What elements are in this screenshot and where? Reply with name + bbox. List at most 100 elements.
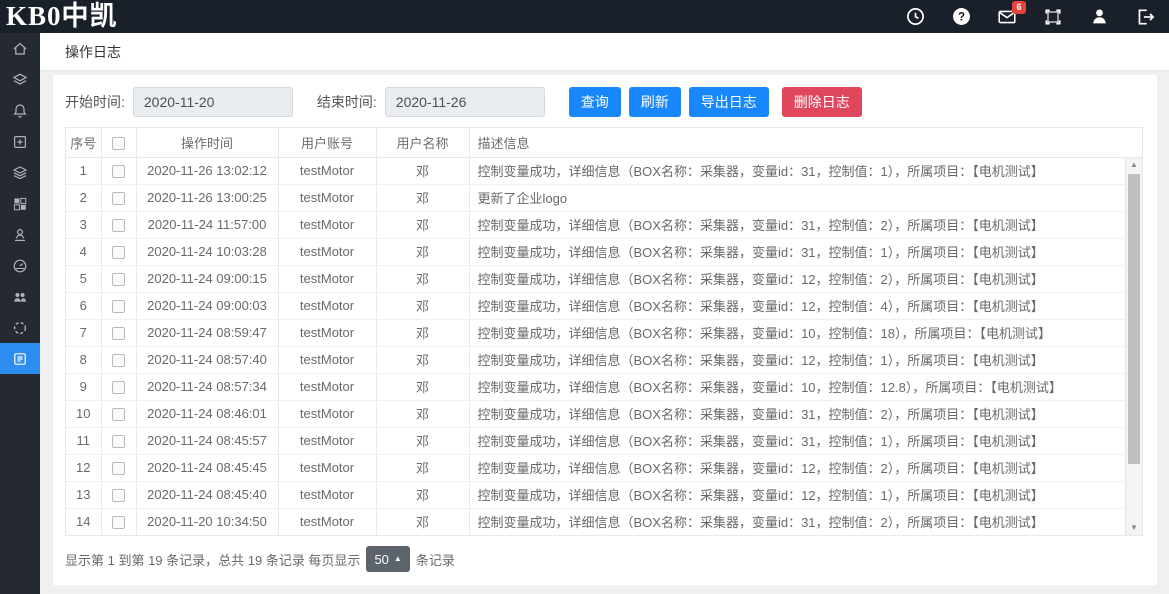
cell-desc: 控制变量成功，详细信息（BOX名称：采集器，变量id：12，控制值：2），所属项… <box>469 265 1142 292</box>
cell-checkbox <box>101 265 136 292</box>
sidebar-item-home[interactable] <box>0 33 40 64</box>
cell-checkbox <box>101 292 136 319</box>
cell-no: 13 <box>66 481 101 508</box>
sidebar-item-sync[interactable] <box>0 312 40 343</box>
start-time-input[interactable] <box>133 87 293 117</box>
query-button[interactable]: 查询 <box>569 87 621 117</box>
cell-desc: 控制变量成功，详细信息（BOX名称：采集器，变量id：12，控制值：2），所属项… <box>469 454 1142 481</box>
cell-time: 2020-11-24 11:57:00 <box>136 211 278 238</box>
row-checkbox[interactable] <box>112 408 125 421</box>
cell-desc: 控制变量成功，详细信息（BOX名称：采集器，变量id：12，控制值：4），所属项… <box>469 292 1142 319</box>
cell-time: 2020-11-24 08:45:57 <box>136 427 278 454</box>
cell-no: 11 <box>66 427 101 454</box>
clock-icon[interactable] <box>905 7 925 27</box>
scrollbar-thumb[interactable] <box>1128 174 1140 464</box>
row-checkbox[interactable] <box>112 192 125 205</box>
row-checkbox[interactable] <box>112 435 125 448</box>
cell-account: testMotor <box>278 400 376 427</box>
sidebar-item-grid[interactable] <box>0 188 40 219</box>
cell-time: 2020-11-24 08:59:47 <box>136 319 278 346</box>
filter-bar: 开始时间: 结束时间: 查询 刷新 导出日志 删除日志 <box>65 87 1143 117</box>
sidebar-item-operation-log[interactable] <box>0 343 40 374</box>
cell-no: 3 <box>66 211 101 238</box>
cell-name: 邓 <box>376 211 469 238</box>
scroll-up-icon[interactable]: ▲ <box>1126 158 1142 172</box>
cell-no: 1 <box>66 157 101 184</box>
breadcrumb: 操作日志 <box>40 33 1169 71</box>
cell-name: 邓 <box>376 346 469 373</box>
cell-checkbox <box>101 400 136 427</box>
cell-checkbox <box>101 454 136 481</box>
pagination-summary: 显示第 1 到第 19 条记录，总共 19 条记录 每页显示 <box>65 550 360 569</box>
row-checkbox[interactable] <box>112 165 125 178</box>
table-row: 72020-11-24 08:59:47testMotor邓控制变量成功，详细信… <box>66 319 1142 346</box>
export-log-button[interactable]: 导出日志 <box>689 87 769 117</box>
cell-name: 邓 <box>376 454 469 481</box>
cell-no: 7 <box>66 319 101 346</box>
page-size-value: 50 <box>374 552 388 567</box>
row-checkbox[interactable] <box>112 381 125 394</box>
cell-no: 6 <box>66 292 101 319</box>
logout-icon[interactable] <box>1135 7 1155 27</box>
row-checkbox[interactable] <box>112 273 125 286</box>
start-time-label: 开始时间: <box>65 92 125 112</box>
cell-no: 10 <box>66 400 101 427</box>
cell-time: 2020-11-24 08:45:40 <box>136 481 278 508</box>
table-scrollbar[interactable]: ▲ ▼ <box>1125 158 1142 535</box>
row-checkbox[interactable] <box>112 489 125 502</box>
row-checkbox[interactable] <box>112 300 125 313</box>
cell-account: testMotor <box>278 427 376 454</box>
sidebar-item-gauge[interactable] <box>0 250 40 281</box>
pagination-suffix: 条记录 <box>416 550 455 569</box>
row-checkbox[interactable] <box>112 354 125 367</box>
cell-checkbox <box>101 373 136 400</box>
row-checkbox[interactable] <box>112 462 125 475</box>
cell-time: 2020-11-26 13:02:12 <box>136 157 278 184</box>
row-checkbox[interactable] <box>112 246 125 259</box>
cell-checkbox <box>101 319 136 346</box>
user-icon[interactable] <box>1089 7 1109 27</box>
row-checkbox[interactable] <box>112 327 125 340</box>
table-row: 142020-11-20 10:34:50testMotor邓控制变量成功，详细… <box>66 508 1142 535</box>
header-no: 序号 <box>66 128 101 157</box>
cell-no: 2 <box>66 184 101 211</box>
cell-desc: 控制变量成功，详细信息（BOX名称：采集器，变量id：31，控制值：2），所属项… <box>469 211 1142 238</box>
cell-checkbox <box>101 481 136 508</box>
cell-name: 邓 <box>376 373 469 400</box>
cell-name: 邓 <box>376 481 469 508</box>
header-account: 用户账号 <box>278 128 376 157</box>
cell-time: 2020-11-20 10:34:50 <box>136 508 278 535</box>
table-row: 12020-11-26 13:02:12testMotor邓控制变量成功，详细信… <box>66 157 1142 184</box>
row-checkbox[interactable] <box>112 219 125 232</box>
select-all-checkbox[interactable] <box>112 137 125 150</box>
cell-time: 2020-11-24 10:03:28 <box>136 238 278 265</box>
mail-icon[interactable]: 6 <box>997 7 1017 27</box>
cell-checkbox <box>101 427 136 454</box>
cell-name: 邓 <box>376 157 469 184</box>
delete-log-button[interactable]: 删除日志 <box>782 87 862 117</box>
page-size-dropdown[interactable]: 50 ▲ <box>366 546 409 572</box>
cell-name: 邓 <box>376 292 469 319</box>
refresh-button[interactable]: 刷新 <box>629 87 681 117</box>
help-icon[interactable]: ? <box>951 7 971 27</box>
sidebar-item-stack[interactable] <box>0 157 40 188</box>
cell-desc: 控制变量成功，详细信息（BOX名称：采集器，变量id：12，控制值：1），所属项… <box>469 346 1142 373</box>
cell-account: testMotor <box>278 373 376 400</box>
table-row: 62020-11-24 09:00:03testMotor邓控制变量成功，详细信… <box>66 292 1142 319</box>
scroll-down-icon[interactable]: ▼ <box>1126 521 1142 535</box>
row-checkbox[interactable] <box>112 516 125 529</box>
header-select-all <box>101 128 136 157</box>
cell-account: testMotor <box>278 319 376 346</box>
sidebar-item-bell[interactable] <box>0 95 40 126</box>
cell-time: 2020-11-24 08:45:45 <box>136 454 278 481</box>
end-time-input[interactable] <box>385 87 545 117</box>
cell-desc: 控制变量成功，详细信息（BOX名称：采集器，变量id：31，控制值：1），所属项… <box>469 157 1142 184</box>
sidebar-item-layers[interactable] <box>0 64 40 95</box>
cell-name: 邓 <box>376 265 469 292</box>
sidebar-item-users[interactable] <box>0 281 40 312</box>
cell-name: 邓 <box>376 319 469 346</box>
fullscreen-icon[interactable] <box>1043 7 1063 27</box>
sidebar-item-box-plus[interactable] <box>0 126 40 157</box>
sidebar-item-user-pin[interactable] <box>0 219 40 250</box>
cell-no: 9 <box>66 373 101 400</box>
